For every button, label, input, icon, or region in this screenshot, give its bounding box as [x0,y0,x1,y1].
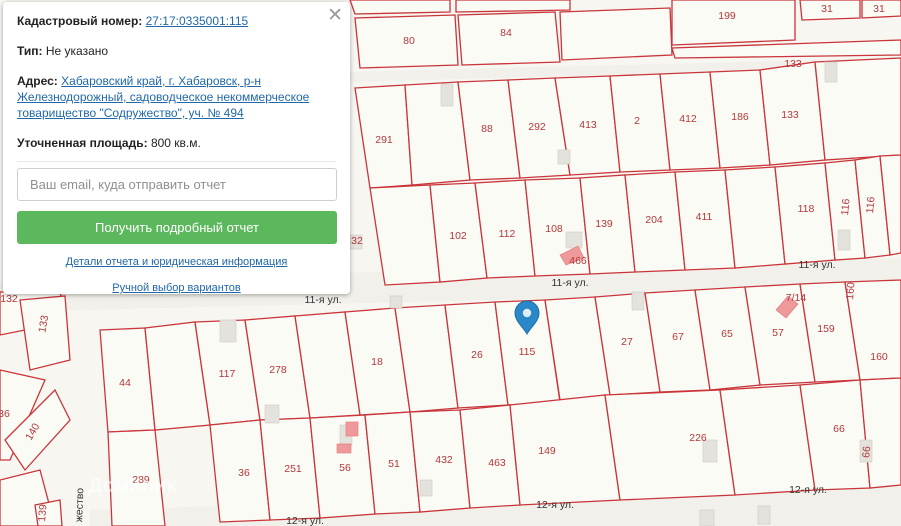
parcel-label: 7/14 [786,292,807,304]
parcel-label: 133 [781,109,799,121]
parcel-label: 84 [500,27,512,39]
parcel-label: 32 [351,235,363,247]
street-label: 12-я ул. [286,515,324,526]
parcel-label: 139 [36,504,49,523]
cadastral-row: Кадастровый номер: 27:17:0335001:115 [17,13,336,29]
parcel-label: 132 [0,293,18,305]
parcel-label: 463 [488,457,506,469]
parcel-label: 31 [873,3,885,15]
parcel-label: 115 [519,346,536,358]
parcel-label: 88 [481,123,493,135]
watermark: ДомКлик [88,475,177,497]
area-value: 800 кв.м. [150,136,201,150]
address-link[interactable]: Хабаровский край, г. Хабаровск, р-н Желе… [17,74,309,120]
parcel-label: 27 [621,336,633,348]
parcel-label: 204 [645,214,663,226]
get-report-button[interactable]: Получить подробный отчет [17,211,337,244]
parcel-label: 108 [545,223,563,235]
parcel-label: 149 [538,445,556,457]
parcel-label: 292 [528,121,546,133]
area-row: Уточненная площадь: 800 кв.м. [17,135,336,151]
parcel-label: 116 [864,196,877,214]
parcel-label: 411 [696,211,713,223]
parcel-label: 118 [798,203,815,215]
parcel-label: 66 [833,423,845,435]
parcel-label: 116 [839,198,852,216]
divider [17,161,336,162]
parcel-label: 31 [821,3,833,15]
parcel-label: 160 [844,282,857,301]
parcels-top [349,0,901,286]
parcel-label: 80 [403,35,415,47]
parcel-label: 251 [284,463,302,475]
parcel-label: 18 [371,356,383,368]
details-link-row: Детали отчета и юридическая информация [17,256,336,268]
parcel-label: 199 [718,10,736,22]
parcel-label: 432 [435,454,453,466]
type-value: Не указано [45,44,109,58]
type-label: Тип: [17,44,43,58]
parcel-label: 36 [0,408,10,420]
parcel-label: 44 [119,377,131,389]
details-link[interactable]: Детали отчета и юридическая информация [66,256,288,268]
parcel-label: 278 [269,364,287,376]
street-label: 11-я ул. [798,259,835,271]
parcel-label: 186 [731,111,749,123]
address-row: Адрес: Хабаровский край, г. Хабаровск, р… [17,73,336,121]
email-input[interactable] [17,168,337,201]
parcel-label: 66 [860,445,873,458]
street-label: 12-я ул. [789,484,827,496]
cadastral-label: Кадастровый номер: [17,14,143,28]
parcel-label: 226 [689,432,707,444]
parcel-label: 291 [375,134,393,146]
street-label: 11-я ул. [304,294,341,306]
parcel-label: 117 [219,368,236,380]
close-icon[interactable]: ✕ [327,6,343,26]
parcel-label: 466 [569,255,587,267]
parcel-label: 413 [579,119,597,131]
parcel-label: 102 [449,230,467,242]
cadastral-link[interactable]: 27:17:0335001:115 [146,14,249,28]
parcel-label: 139 [595,218,613,230]
street-label: жество [73,488,86,523]
parcel-info-popup: ✕ Кадастровый номер: 27:17:0335001:115 Т… [3,2,350,294]
manual-choice-link[interactable]: Ручной выбор вариантов [112,282,240,294]
address-label: Адрес: [17,74,58,88]
parcel-label: 160 [870,351,888,363]
parcel-label: 65 [721,328,733,340]
parcel-label: 26 [471,349,483,361]
parcel-label: 57 [772,327,784,339]
parcel-label: 412 [679,113,697,125]
manual-link-row: Ручной выбор вариантов [17,282,336,294]
area-label: Уточненная площадь: [17,136,148,150]
parcel-label: 112 [499,228,516,240]
street-label: 11-я ул. [551,277,588,289]
parcel-label: 159 [817,323,835,335]
type-row: Тип: Не указано [17,43,336,59]
parcel-label: 51 [388,458,400,470]
street-label: 12-я ул. [536,499,574,511]
parcel-label: 36 [238,467,250,479]
parcel-label: 133 [784,58,802,70]
parcel-label: 67 [672,331,684,343]
parcel-label: 2 [634,115,640,127]
parcel-label: 56 [339,462,351,474]
